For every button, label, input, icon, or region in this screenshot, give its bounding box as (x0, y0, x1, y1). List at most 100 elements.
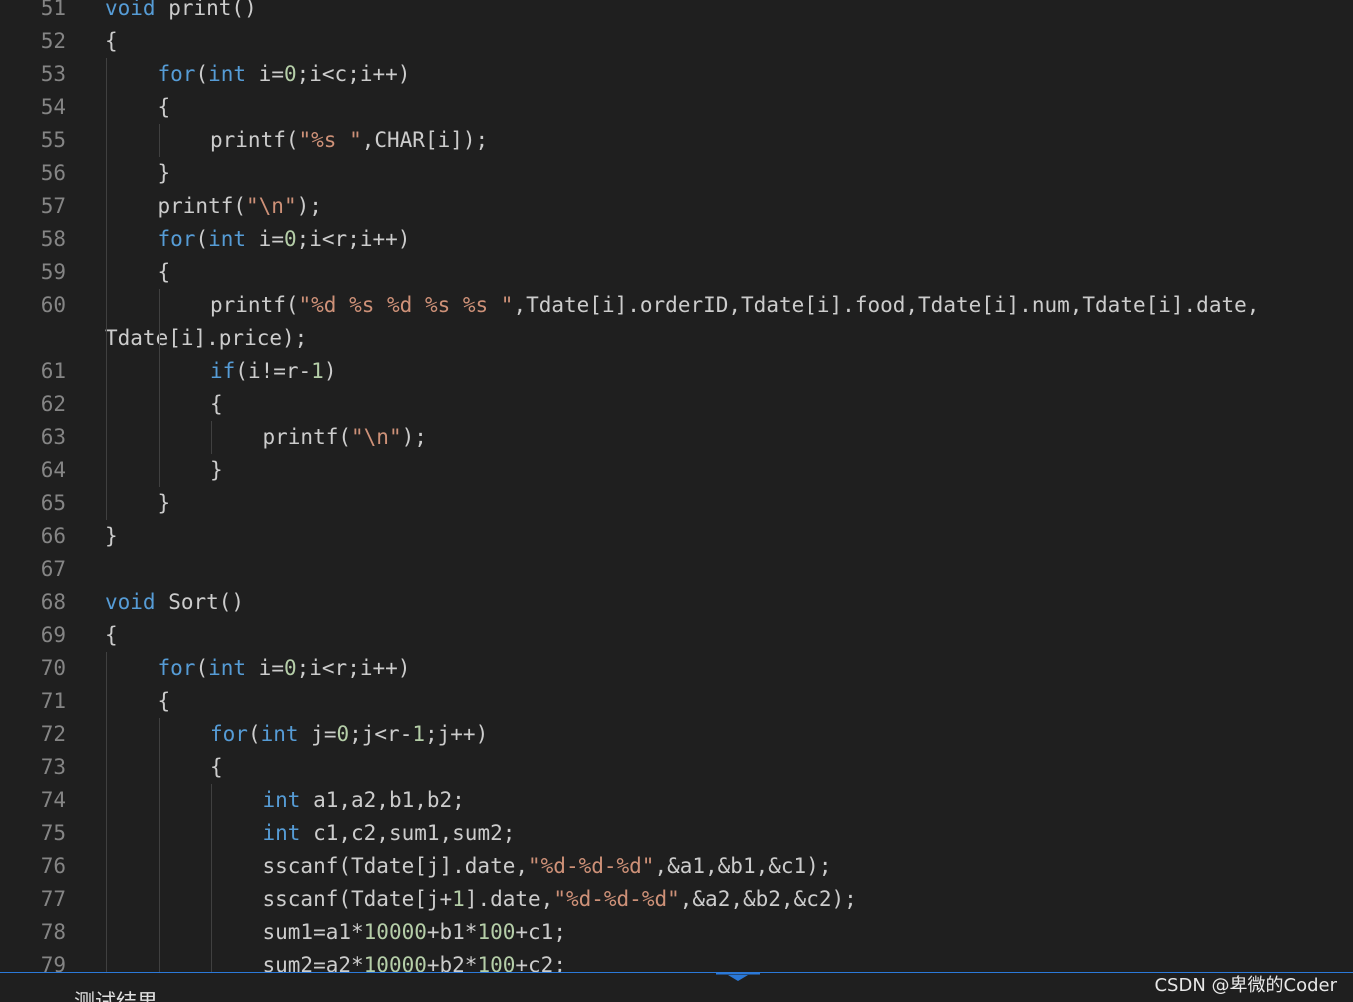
code-line[interactable]: 59 { (0, 256, 1353, 289)
code-token: ].date, (464, 887, 554, 911)
code-text: { (158, 685, 171, 718)
line-number: 72 (40, 722, 66, 746)
code-token: "\n" (351, 425, 402, 449)
code-token: if (210, 359, 236, 383)
panel-header: 测试结果 CSDN @卑微的Coder (0, 972, 1353, 1002)
code-line[interactable]: 71 { (0, 685, 1353, 718)
line-number: 63 (40, 425, 66, 449)
code-token: { (157, 260, 171, 284)
code-token: ;j++) (425, 722, 489, 746)
line-number: 54 (40, 95, 66, 119)
code-line[interactable]: 75 int c1,c2,sum1,sum2; (0, 817, 1353, 850)
line-number: 57 (40, 194, 66, 218)
line-number: 53 (40, 62, 66, 86)
code-line[interactable]: 62 { (0, 388, 1353, 421)
code-line[interactable]: Tdate[i].price); (0, 322, 1353, 355)
code-token: printf( (262, 425, 352, 449)
code-line[interactable]: 57 printf("\n"); (0, 190, 1353, 223)
indent-guide (106, 652, 107, 972)
code-token: ;i<c;i++) (296, 62, 411, 86)
code-token: ,Tdate[i].orderID,Tdate[i].food,Tdate[i]… (513, 293, 1260, 317)
code-line[interactable]: 66} (0, 520, 1353, 553)
code-token: printf( (210, 128, 299, 152)
code-token: +c2; (515, 953, 566, 972)
code-token: sscanf(Tdate[j+ (262, 887, 453, 911)
code-text: printf("\n"); (263, 421, 427, 454)
code-token: printf( (157, 194, 247, 218)
code-token: { (105, 29, 118, 53)
code-token: int (208, 656, 247, 680)
line-number: 76 (40, 854, 66, 878)
code-line[interactable]: 77 sscanf(Tdate[j+1].date,"%d-%d-%d",&a2,… (0, 883, 1353, 916)
code-line[interactable]: 64} (0, 454, 1353, 487)
code-text: void print() (105, 0, 257, 25)
code-line[interactable]: 56} (0, 157, 1353, 190)
code-token: for (157, 227, 196, 251)
code-token: ,&a2,&b2,&c2); (679, 887, 857, 911)
line-number: 73 (40, 755, 66, 779)
code-line[interactable]: 74 int a1,a2,b1,b2; (0, 784, 1353, 817)
code-line[interactable]: 65} (0, 487, 1353, 520)
line-number: 59 (40, 260, 66, 284)
code-token: 100 (477, 953, 516, 972)
code-line[interactable]: 72 for(int j=0;j<r-1;j++) (0, 718, 1353, 751)
code-token: "%s " (298, 128, 362, 152)
code-token: +b2* (426, 953, 478, 972)
code-token: { (210, 755, 223, 779)
code-line[interactable]: 67 (0, 553, 1353, 586)
code-line[interactable]: 76 sscanf(Tdate[j].date,"%d-%d-%d",&a1,&b… (0, 850, 1353, 883)
code-text: sum2=a2*10000+b2*100+c2; (263, 949, 566, 972)
code-line[interactable]: 70 for(int i=0;i<r;i++) (0, 652, 1353, 685)
code-text: sscanf(Tdate[j+1].date,"%d-%d-%d",&a2,&b… (263, 883, 857, 916)
code-token: int (262, 821, 301, 845)
indent-guide (158, 289, 160, 487)
line-number: 67 (40, 557, 66, 581)
code-token: 1 (452, 887, 465, 911)
code-line[interactable]: 69 { (0, 619, 1353, 652)
code-token: } (105, 524, 118, 548)
code-text: { (210, 388, 223, 421)
code-token: } (210, 458, 223, 482)
code-text: { (210, 751, 223, 784)
code-token: int (208, 227, 247, 251)
code-token: sum2=a2* (262, 953, 364, 972)
code-text: for(int j=0;j<r-1;j++) (210, 718, 488, 751)
code-token: 0 (283, 227, 297, 251)
code-text: } (158, 157, 171, 190)
code-text: sum1=a1*10000+b1*100+c1; (263, 916, 566, 949)
code-token: } (157, 161, 171, 185)
code-line[interactable]: 55 printf("%s ",CHAR[i]); (0, 124, 1353, 157)
code-token: (i!=r- (235, 359, 312, 383)
code-line[interactable]: 54 { (0, 91, 1353, 124)
code-line[interactable]: 79 sum2=a2*10000+b2*100+c2; (0, 949, 1353, 972)
code-line[interactable]: 51 void print() (0, 0, 1353, 25)
code-line[interactable]: 78 sum1=a1*10000+b1*100+c1; (0, 916, 1353, 949)
code-line[interactable]: 73 { (0, 751, 1353, 784)
line-number: 62 (40, 392, 66, 416)
code-token: ( (195, 62, 209, 86)
code-token: ); (401, 425, 427, 449)
code-token: 0 (283, 656, 297, 680)
code-line[interactable]: 68 void Sort() (0, 586, 1353, 619)
code-token: i= (246, 656, 284, 680)
code-text: } (158, 487, 171, 520)
code-token: int (262, 788, 301, 812)
code-line[interactable]: 53 for(int i=0;i<c;i++) (0, 58, 1353, 91)
code-text: Tdate[i].price); (105, 322, 307, 355)
code-line[interactable]: 58 for(int i=0;i<r;i++) (0, 223, 1353, 256)
indent-guide (211, 784, 212, 972)
code-text: for(int i=0;i<r;i++) (158, 223, 411, 256)
code-token: for (210, 722, 248, 746)
sash-drag-icon[interactable] (716, 972, 760, 985)
code-line[interactable]: 52 { (0, 25, 1353, 58)
code-text: if(i!=r-1) (210, 355, 336, 388)
code-token: Tdate[i].price); (105, 326, 308, 350)
code-token: sum1=a1* (262, 920, 364, 944)
code-token: { (210, 392, 223, 416)
code-line[interactable]: 60 printf("%d %s %d %s %s ",Tdate[i].orde… (0, 289, 1353, 322)
code-token: ) (323, 359, 337, 383)
code-editor[interactable]: 51 void print() 52{53 for(int i=0;i<c;i++) 5… (0, 0, 1353, 972)
line-number: 56 (40, 161, 66, 185)
code-line[interactable]: 63 printf("\n"); (0, 421, 1353, 454)
code-line[interactable]: 61 if(i!=r-1) (0, 355, 1353, 388)
